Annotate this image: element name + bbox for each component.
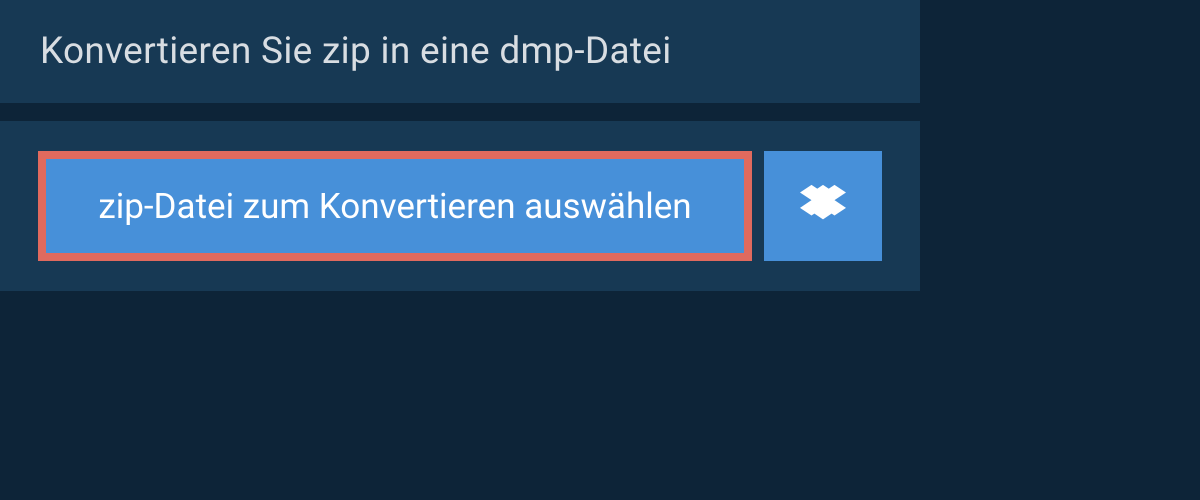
select-file-button[interactable]: zip-Datei zum Konvertieren auswählen xyxy=(38,151,752,261)
header-panel: Konvertieren Sie zip in eine dmp-Datei xyxy=(0,0,920,103)
select-file-label: zip-Datei zum Konvertieren auswählen xyxy=(98,186,691,227)
page-title: Konvertieren Sie zip in eine dmp-Datei xyxy=(40,30,902,73)
dropbox-icon xyxy=(800,181,846,231)
upload-panel: zip-Datei zum Konvertieren auswählen xyxy=(0,121,920,291)
dropbox-button[interactable] xyxy=(764,151,882,261)
